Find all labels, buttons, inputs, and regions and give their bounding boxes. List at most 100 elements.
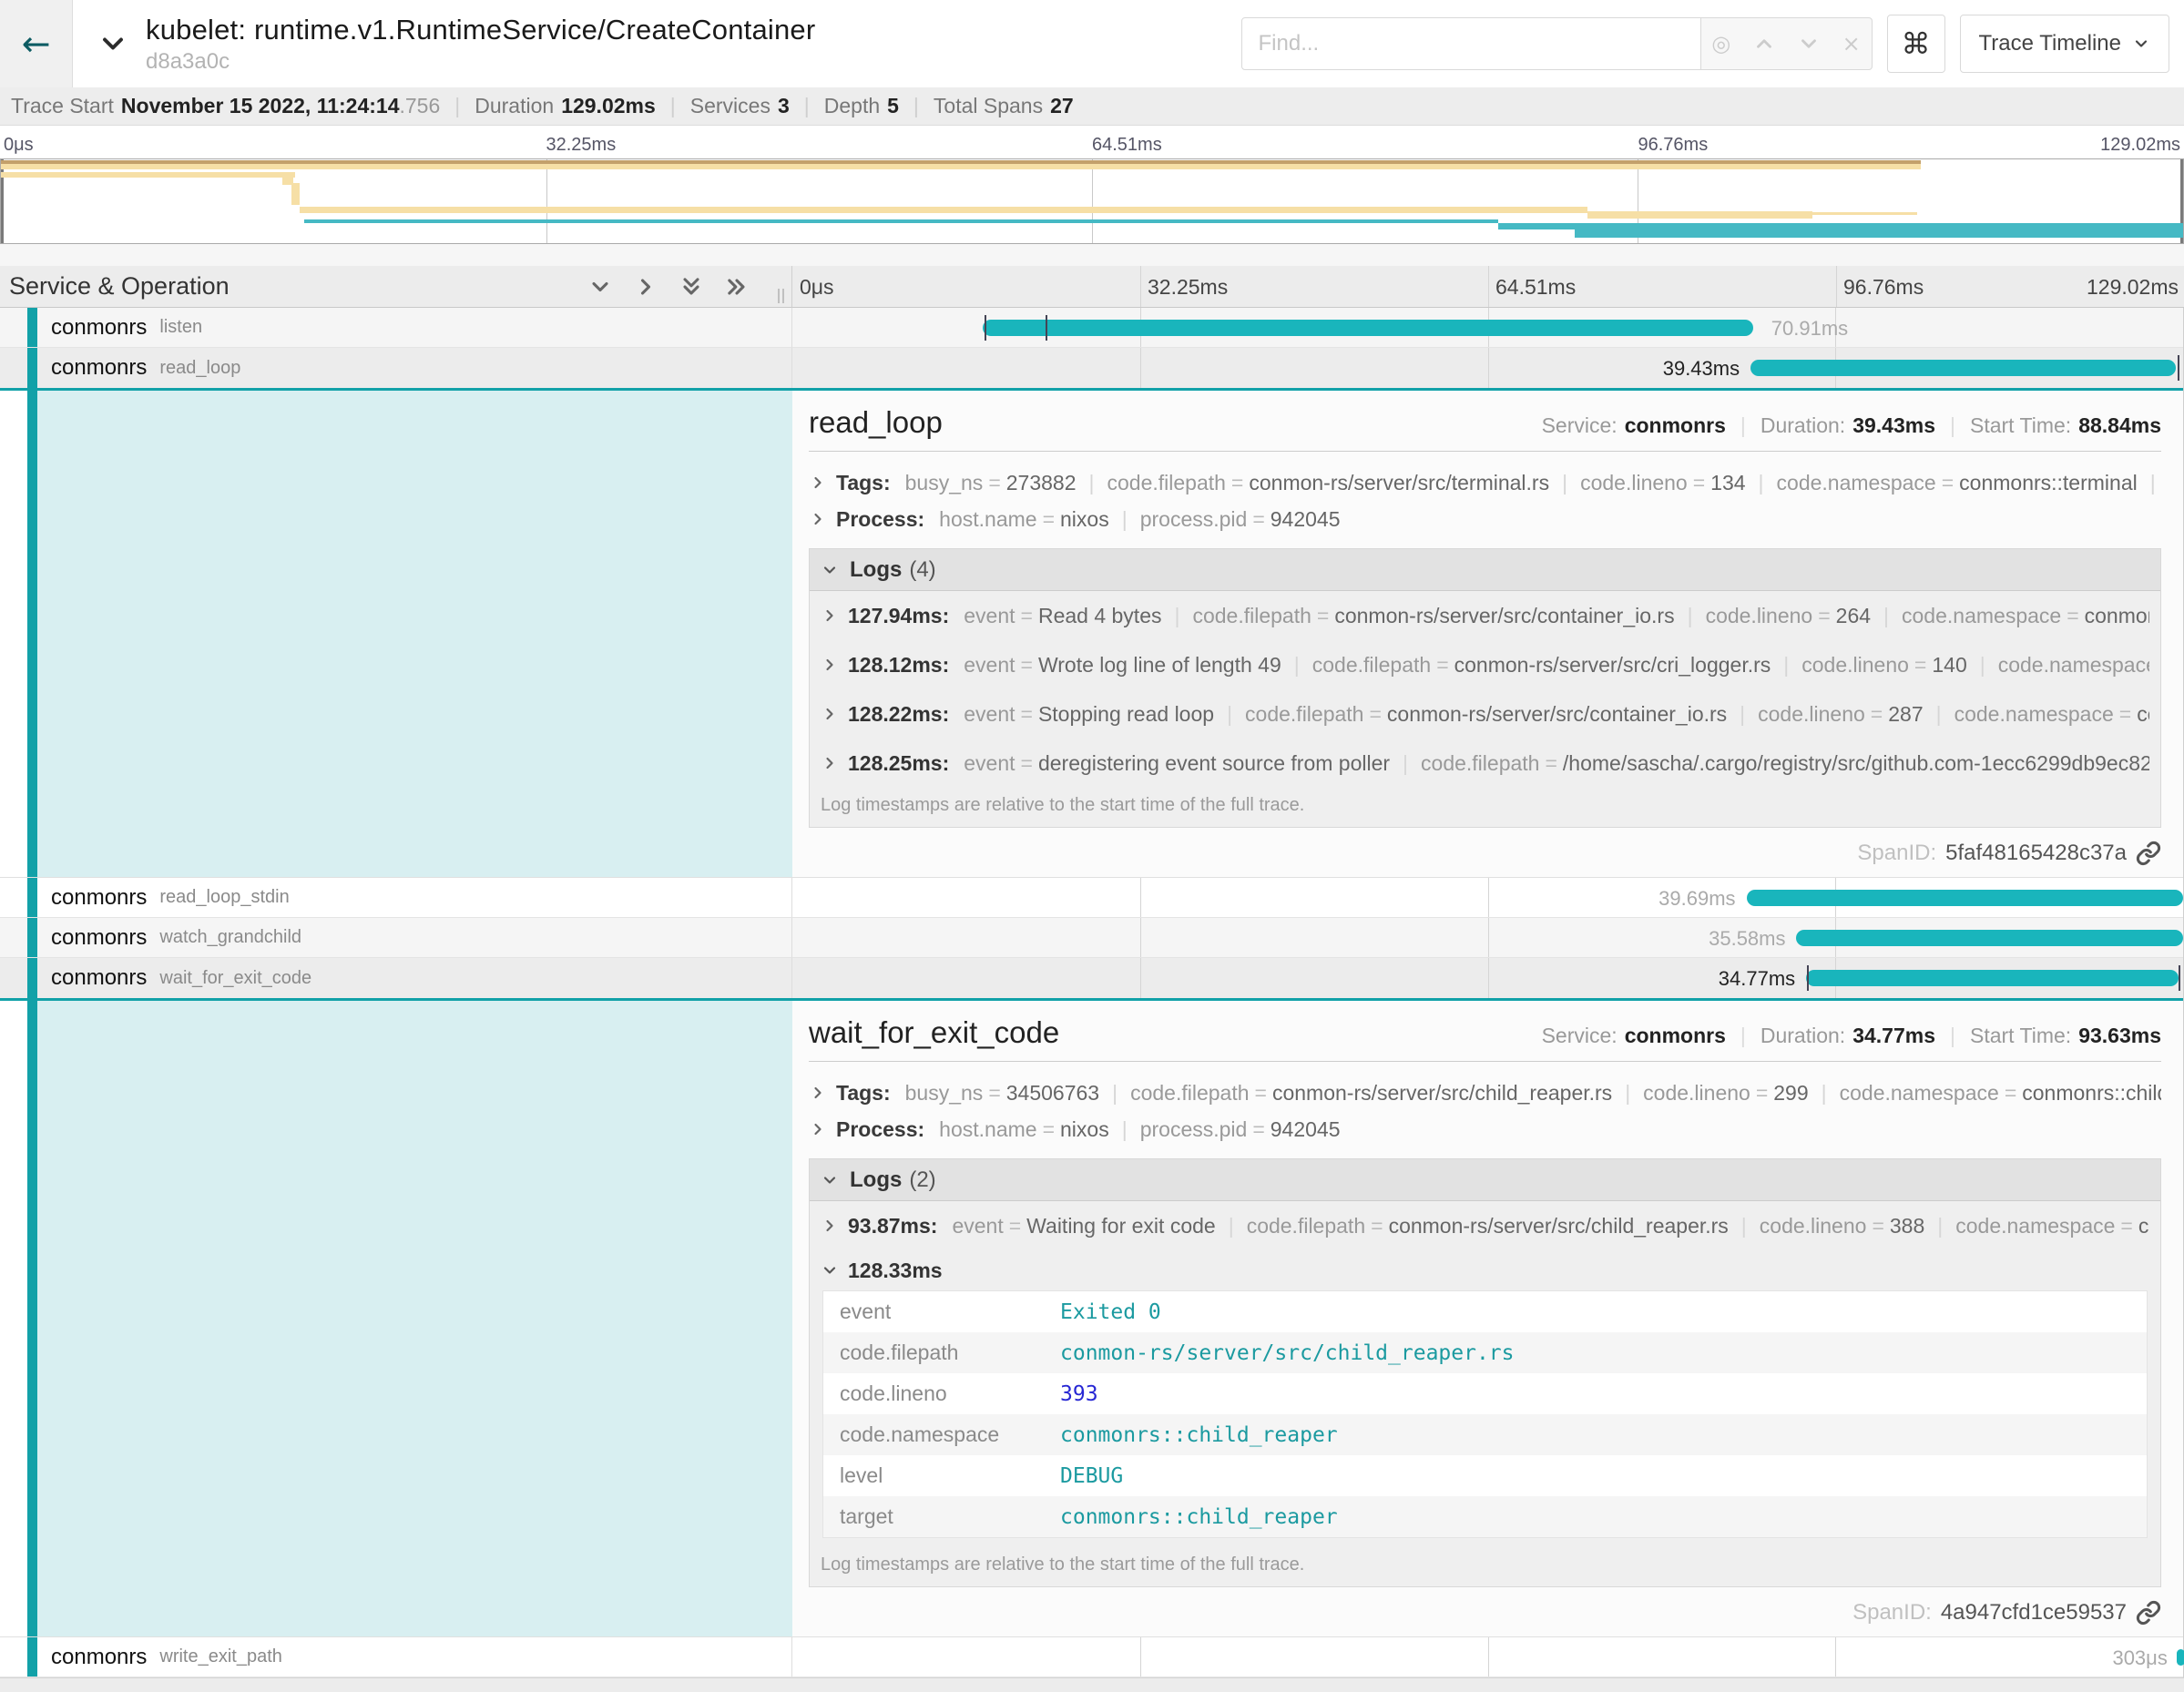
service-value: conmonrs — [1625, 413, 1726, 438]
span-timeline-cell[interactable]: 70.91ms — [792, 308, 2183, 348]
process-row[interactable]: Process: host.name=nixosprocess.pid=9420… — [809, 501, 2161, 537]
span-name-cell[interactable]: conmonrs wait_for_exit_code — [0, 958, 792, 998]
span-name-cell[interactable]: conmonrs read_loop — [0, 348, 792, 388]
chevron-down-icon — [821, 1171, 839, 1189]
service-label: Service: — [1542, 413, 1618, 438]
span-name-cell[interactable]: conmonrs read_loop_stdin — [0, 878, 792, 918]
minimap-span-segment — [1, 164, 1921, 169]
span-timeline-cell[interactable]: 35.58ms — [792, 918, 2183, 958]
chevron-right-icon — [821, 656, 839, 674]
span-name-cell[interactable]: conmonrs watch_grandchild — [0, 918, 792, 958]
span-bar[interactable] — [1806, 970, 2179, 986]
log-field: event=Read 4 bytes — [964, 604, 1161, 628]
copy-link-icon[interactable] — [2136, 841, 2161, 866]
span-row-listen[interactable]: conmonrs listen 70.91ms — [0, 308, 2183, 348]
span-name-cell[interactable]: conmonrs write_exit_path — [0, 1637, 792, 1677]
detail-title: read_loop — [809, 405, 1542, 440]
log-field-row: levelDEBUG — [823, 1455, 2147, 1496]
span-timeline-cell[interactable]: 303μs — [792, 1637, 2183, 1677]
log-entry-expanded-header[interactable]: 128.33ms — [810, 1250, 2160, 1290]
log-entry[interactable]: 93.87ms: event=Waiting for exit codecode… — [810, 1201, 2160, 1250]
minimap-span-segment — [1587, 211, 1812, 219]
minimap-tick: 32.25ms — [546, 135, 617, 156]
span-row-write-exit-path[interactable]: conmonrs write_exit_path 303μs — [0, 1637, 2183, 1677]
logs-count: (4) — [909, 557, 935, 583]
minimap-canvas[interactable] — [0, 158, 2184, 244]
tags-row[interactable]: Tags: busy_ns=273882code.filepath=conmon… — [809, 464, 2161, 501]
collapse-one-chevron-down-icon[interactable] — [587, 274, 613, 300]
span-duration-label: 303μs — [2112, 1646, 2167, 1670]
log-timestamp: 128.22ms: — [848, 702, 949, 727]
log-entry[interactable]: 128.22ms: event=Stopping read loopcode.f… — [810, 689, 2160, 739]
detail-left-column — [0, 1001, 792, 1636]
tags-row[interactable]: Tags: busy_ns=34506763code.filepath=conm… — [809, 1075, 2161, 1111]
process-row[interactable]: Process: host.name=nixosprocess.pid=9420… — [809, 1111, 2161, 1147]
keyboard-shortcuts-button[interactable]: ⌘ — [1887, 15, 1945, 73]
chevron-right-icon — [821, 705, 839, 723]
chevron-right-icon — [809, 1120, 827, 1138]
chevron-right-icon — [809, 474, 827, 492]
chevron-right-icon — [809, 1084, 827, 1102]
service-name: conmonrs — [51, 1645, 147, 1670]
ruler-tick: 129.02ms — [2087, 275, 2179, 300]
view-selector-dropdown[interactable]: Trace Timeline — [1960, 15, 2170, 73]
span-id-label: SpanID: — [1857, 841, 1936, 866]
prev-result-chevron-up-icon[interactable] — [1752, 32, 1776, 56]
logs-header[interactable]: Logs (2) — [810, 1159, 2160, 1201]
span-row-read-loop-stdin[interactable]: conmonrs read_loop_stdin 39.69ms — [0, 878, 2183, 918]
timeline-column-header: Service & Operation 0μs 32.25ms 64.51ms … — [0, 266, 2184, 308]
expand-one-chevron-right-icon[interactable] — [633, 274, 658, 300]
locate-span-icon[interactable]: ◎ — [1711, 31, 1730, 56]
span-id-value: 4a947cfd1ce59537 — [1941, 1600, 2127, 1626]
log-field-row: eventExited 0 — [823, 1291, 2147, 1332]
tag-pair: code.filepath=conmon-rs/server/src/termi… — [1077, 471, 1550, 495]
total-spans-label: Total Spans — [934, 94, 1043, 118]
start-time-value: 88.84ms — [2078, 413, 2161, 438]
collapse-trace-chevron-icon[interactable] — [97, 27, 129, 60]
log-entry[interactable]: 127.94ms: event=Read 4 bytescode.filepat… — [810, 591, 2160, 640]
minimap-span-segment — [291, 183, 301, 205]
span-bar[interactable] — [1750, 360, 2176, 376]
service-operation-header: Service & Operation — [0, 266, 792, 308]
service-name: conmonrs — [51, 925, 147, 951]
column-resize-grip[interactable] — [778, 289, 784, 303]
top-header: ← kubelet: runtime.v1.RuntimeService/Cre… — [0, 0, 2184, 87]
clear-search-icon[interactable]: × — [1842, 31, 1861, 56]
span-bar[interactable] — [1747, 890, 2183, 906]
span-timeline-cell[interactable]: 39.69ms — [792, 878, 2183, 918]
span-rows: conmonrs listen 70.91ms conmonrs read_lo… — [0, 308, 2184, 1677]
next-result-chevron-down-icon[interactable] — [1797, 32, 1821, 56]
logs-header[interactable]: Logs (4) — [810, 549, 2160, 591]
span-timeline-cell[interactable]: 39.43ms — [792, 348, 2183, 388]
trace-start-fraction: .756 — [400, 94, 441, 118]
services-label: Services — [690, 94, 771, 118]
expand-all-double-chevron-right-icon[interactable] — [724, 274, 750, 300]
span-timeline-cell[interactable]: 34.77ms — [792, 958, 2183, 998]
duration-label: Duration — [475, 94, 554, 118]
span-row-read-loop[interactable]: conmonrs read_loop 39.43ms — [0, 348, 2183, 391]
log-entry[interactable]: 128.25ms: event=deregistering event sour… — [810, 739, 2160, 788]
service-color-accent — [27, 918, 37, 957]
log-entry[interactable]: 128.12ms: event=Wrote log line of length… — [810, 640, 2160, 689]
span-bar[interactable] — [2177, 1649, 2184, 1666]
minimap-tick-labels: 0μs 32.25ms 64.51ms 96.76ms 129.02ms — [0, 135, 2184, 158]
span-row-wait-for-exit-code[interactable]: conmonrs wait_for_exit_code 34.77ms — [0, 958, 2183, 1001]
span-bar[interactable] — [1796, 930, 2183, 946]
collapse-all-double-chevron-down-icon[interactable] — [679, 274, 704, 300]
log-marker-tick — [985, 315, 986, 341]
span-name-cell[interactable]: conmonrs listen — [0, 308, 792, 348]
ruler-tick: 64.51ms — [1495, 275, 1576, 300]
copy-link-icon[interactable] — [2136, 1600, 2161, 1626]
minimap-span-segment — [1812, 212, 1917, 215]
log-field: code.lineno=264 — [1675, 604, 1871, 628]
log-marker-tick — [2179, 965, 2180, 991]
back-button[interactable]: ← — [0, 0, 73, 87]
log-field: event=Waiting for exit code — [952, 1214, 1215, 1238]
span-row-watch-grandchild[interactable]: conmonrs watch_grandchild 35.58ms — [0, 918, 2183, 958]
chevron-down-icon — [2132, 35, 2150, 53]
start-time-label: Start Time: — [1970, 413, 2071, 438]
span-bar[interactable] — [983, 320, 1753, 336]
service-value: conmonrs — [1625, 1024, 1726, 1048]
start-time-value: 93.63ms — [2078, 1024, 2161, 1048]
find-input[interactable] — [1241, 17, 1701, 70]
